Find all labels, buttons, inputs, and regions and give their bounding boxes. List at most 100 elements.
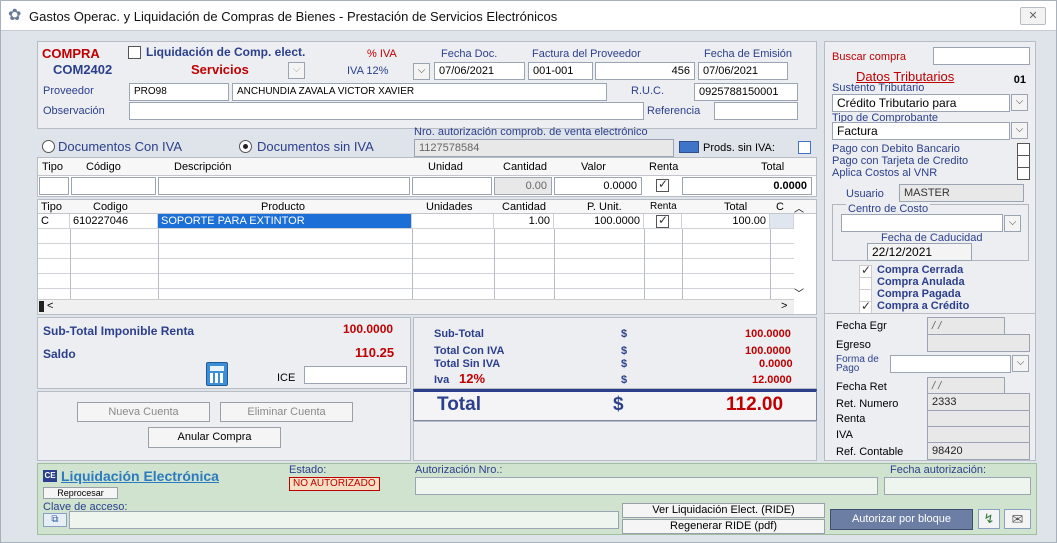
autorizar-bloque-button[interactable]: Autorizar por bloque	[830, 509, 973, 530]
aplica-costos-checkbox[interactable]	[1017, 167, 1030, 180]
col-tipo: Tipo	[41, 201, 62, 213]
ret-num-input[interactable]: 2333	[927, 393, 1030, 411]
entry-valor-input[interactable]: 0.0000	[554, 177, 642, 195]
sin-iva-total-label: Total Sin IVA	[434, 358, 501, 370]
tipo-comp-dropdown[interactable]: ⌵	[1011, 122, 1028, 139]
total-value: 112.00	[726, 394, 784, 415]
fecha-emision-input[interactable]: 07/06/2021	[698, 62, 788, 80]
row-total[interactable]: 100.00	[682, 214, 770, 229]
row-cantidad[interactable]: 1.00	[494, 214, 554, 229]
entry-cantidad-input[interactable]: 0.00	[494, 177, 552, 195]
entry-renta-checkbox[interactable]	[656, 177, 669, 192]
usuario-label: Usuario	[846, 188, 884, 200]
grid-vline-6	[644, 229, 645, 299]
fecha-doc-input[interactable]: 07/06/2021	[434, 62, 525, 80]
entry-col-codigo: Código	[86, 161, 121, 173]
entry-total-input[interactable]: 0.0000	[682, 177, 812, 195]
liq-checkbox[interactable]	[128, 46, 141, 59]
grid-vline-1	[70, 229, 71, 299]
anular-compra-button[interactable]: Anular Compra	[148, 427, 281, 448]
ref-contable-input: 98420	[927, 442, 1030, 460]
subtotal-label: Sub-Total	[434, 328, 484, 340]
referencia-input[interactable]	[714, 102, 798, 120]
iva-ret-label: IVA	[836, 429, 853, 441]
empty-rows	[38, 229, 794, 299]
entry-tipo-input[interactable]	[39, 177, 69, 195]
reprocesar-button[interactable]: Reprocesar	[43, 487, 118, 499]
subtotal-value: 100.0000	[745, 328, 791, 340]
entry-codigo-input[interactable]	[71, 177, 156, 195]
row-unidades[interactable]	[412, 214, 494, 229]
proveedor-code-input[interactable]: PRO98	[129, 83, 229, 101]
observacion-input[interactable]	[129, 102, 644, 120]
ruc-input[interactable]: 0925788150001	[694, 83, 798, 101]
fecha-egr-input[interactable]: / /	[927, 317, 1005, 335]
entry-unidad-input[interactable]	[412, 177, 492, 195]
row-producto[interactable]: SOPORTE PARA EXTINTOR	[158, 214, 412, 229]
row-punit[interactable]: 100.0000	[554, 214, 644, 229]
nro-aut-input[interactable]: 1127578584	[414, 139, 674, 157]
ruc-label: R.U.C.	[631, 85, 664, 97]
fecha-cad-input[interactable]: 22/12/2021	[867, 243, 972, 261]
scroll-up-icon[interactable]: ︿	[794, 200, 804, 215]
sustento-dropdown[interactable]: ⌵	[1011, 94, 1028, 111]
factura-serie-input[interactable]: 001-001	[528, 62, 593, 80]
send-icon[interactable]: ↯	[978, 509, 1000, 529]
anulada-label: Compra Anulada	[877, 276, 965, 288]
clave-acceso-input[interactable]	[69, 511, 619, 529]
regenerar-ride-button[interactable]: Regenerar RIDE (pdf)	[622, 519, 825, 534]
row-renta-checkbox[interactable]	[656, 213, 669, 228]
col-cantidad: Cantidad	[502, 201, 547, 213]
tipo-comp-select[interactable]: Factura	[832, 122, 1010, 140]
ver-ride-button[interactable]: Ver Liquidación Elect. (RIDE)	[622, 503, 825, 518]
ice-input[interactable]	[304, 366, 407, 384]
scroll-thumb[interactable]	[39, 301, 44, 312]
factura-num-input[interactable]: 456	[595, 62, 695, 80]
sustento-select[interactable]: Crédito Tributario para	[832, 94, 1010, 112]
centro-costo-dropdown[interactable]: ⌵	[1004, 215, 1021, 232]
eliminar-cuenta-button[interactable]: Eliminar Cuenta	[220, 402, 353, 422]
fecha-autorizacion-input[interactable]	[884, 477, 1031, 495]
scroll-left-icon[interactable]: <	[47, 300, 53, 312]
entry-col-renta: Renta	[649, 161, 679, 173]
prods-sin-iva-icon[interactable]	[679, 141, 699, 153]
calculator-keys	[210, 373, 224, 383]
row-codigo[interactable]: 610227046	[70, 214, 158, 229]
row-tipo[interactable]: C	[38, 214, 70, 229]
proveedor-label: Proveedor	[43, 85, 94, 97]
entry-header	[38, 158, 816, 176]
total-label: Total	[437, 394, 481, 415]
sin-iva-currency: $	[621, 358, 628, 370]
saldo-label: Saldo	[43, 347, 76, 361]
email-icon[interactable]: ✉	[1004, 509, 1031, 529]
close-button[interactable]: ✕	[1020, 7, 1046, 25]
grid-vline-7	[682, 229, 683, 299]
ice-label: ICE	[277, 372, 296, 384]
tipo-dropdown[interactable]: ⌵	[288, 62, 305, 79]
forma-pago-select[interactable]	[890, 355, 1011, 373]
entry-descripcion-input[interactable]	[158, 177, 410, 195]
copy-icon[interactable]: ⧉	[43, 513, 67, 527]
proveedor-name-input[interactable]: ANCHUNDIA ZAVALA VICTOR XAVIER	[232, 83, 607, 101]
scroll-down-icon[interactable]: ﹀	[794, 285, 804, 300]
title-bar: ✿ Gastos Operac. y Liquidación de Compra…	[1, 1, 1056, 31]
con-iva-radio[interactable]	[42, 140, 55, 153]
prods-sin-iva-label: Prods. sin IVA:	[703, 142, 775, 154]
scroll-right-icon[interactable]: >	[781, 300, 787, 312]
centro-costo-select[interactable]	[841, 214, 1003, 232]
forma-pago-dropdown[interactable]: ⌵	[1012, 355, 1029, 372]
calculator-icon[interactable]	[206, 362, 228, 386]
credito-label: Compra a Crédito	[877, 300, 970, 312]
row-c[interactable]	[770, 214, 794, 229]
nueva-cuenta-button[interactable]: Nueva Cuenta	[77, 402, 210, 422]
entry-col-total: Total	[761, 161, 785, 173]
fecha-autorizacion-label: Fecha autorización:	[890, 464, 986, 476]
autorizacion-input[interactable]	[415, 477, 878, 495]
sin-iva-radio[interactable]	[239, 140, 252, 153]
buscar-input[interactable]	[933, 47, 1030, 65]
iva-rate-dropdown[interactable]: ⌵	[413, 63, 430, 80]
horizontal-scrollbar[interactable]	[38, 299, 794, 314]
prods-sin-iva-checkbox[interactable]	[798, 141, 811, 154]
egreso-input[interactable]	[927, 334, 1030, 352]
forma-pago-label: Forma de Pago	[836, 354, 879, 374]
